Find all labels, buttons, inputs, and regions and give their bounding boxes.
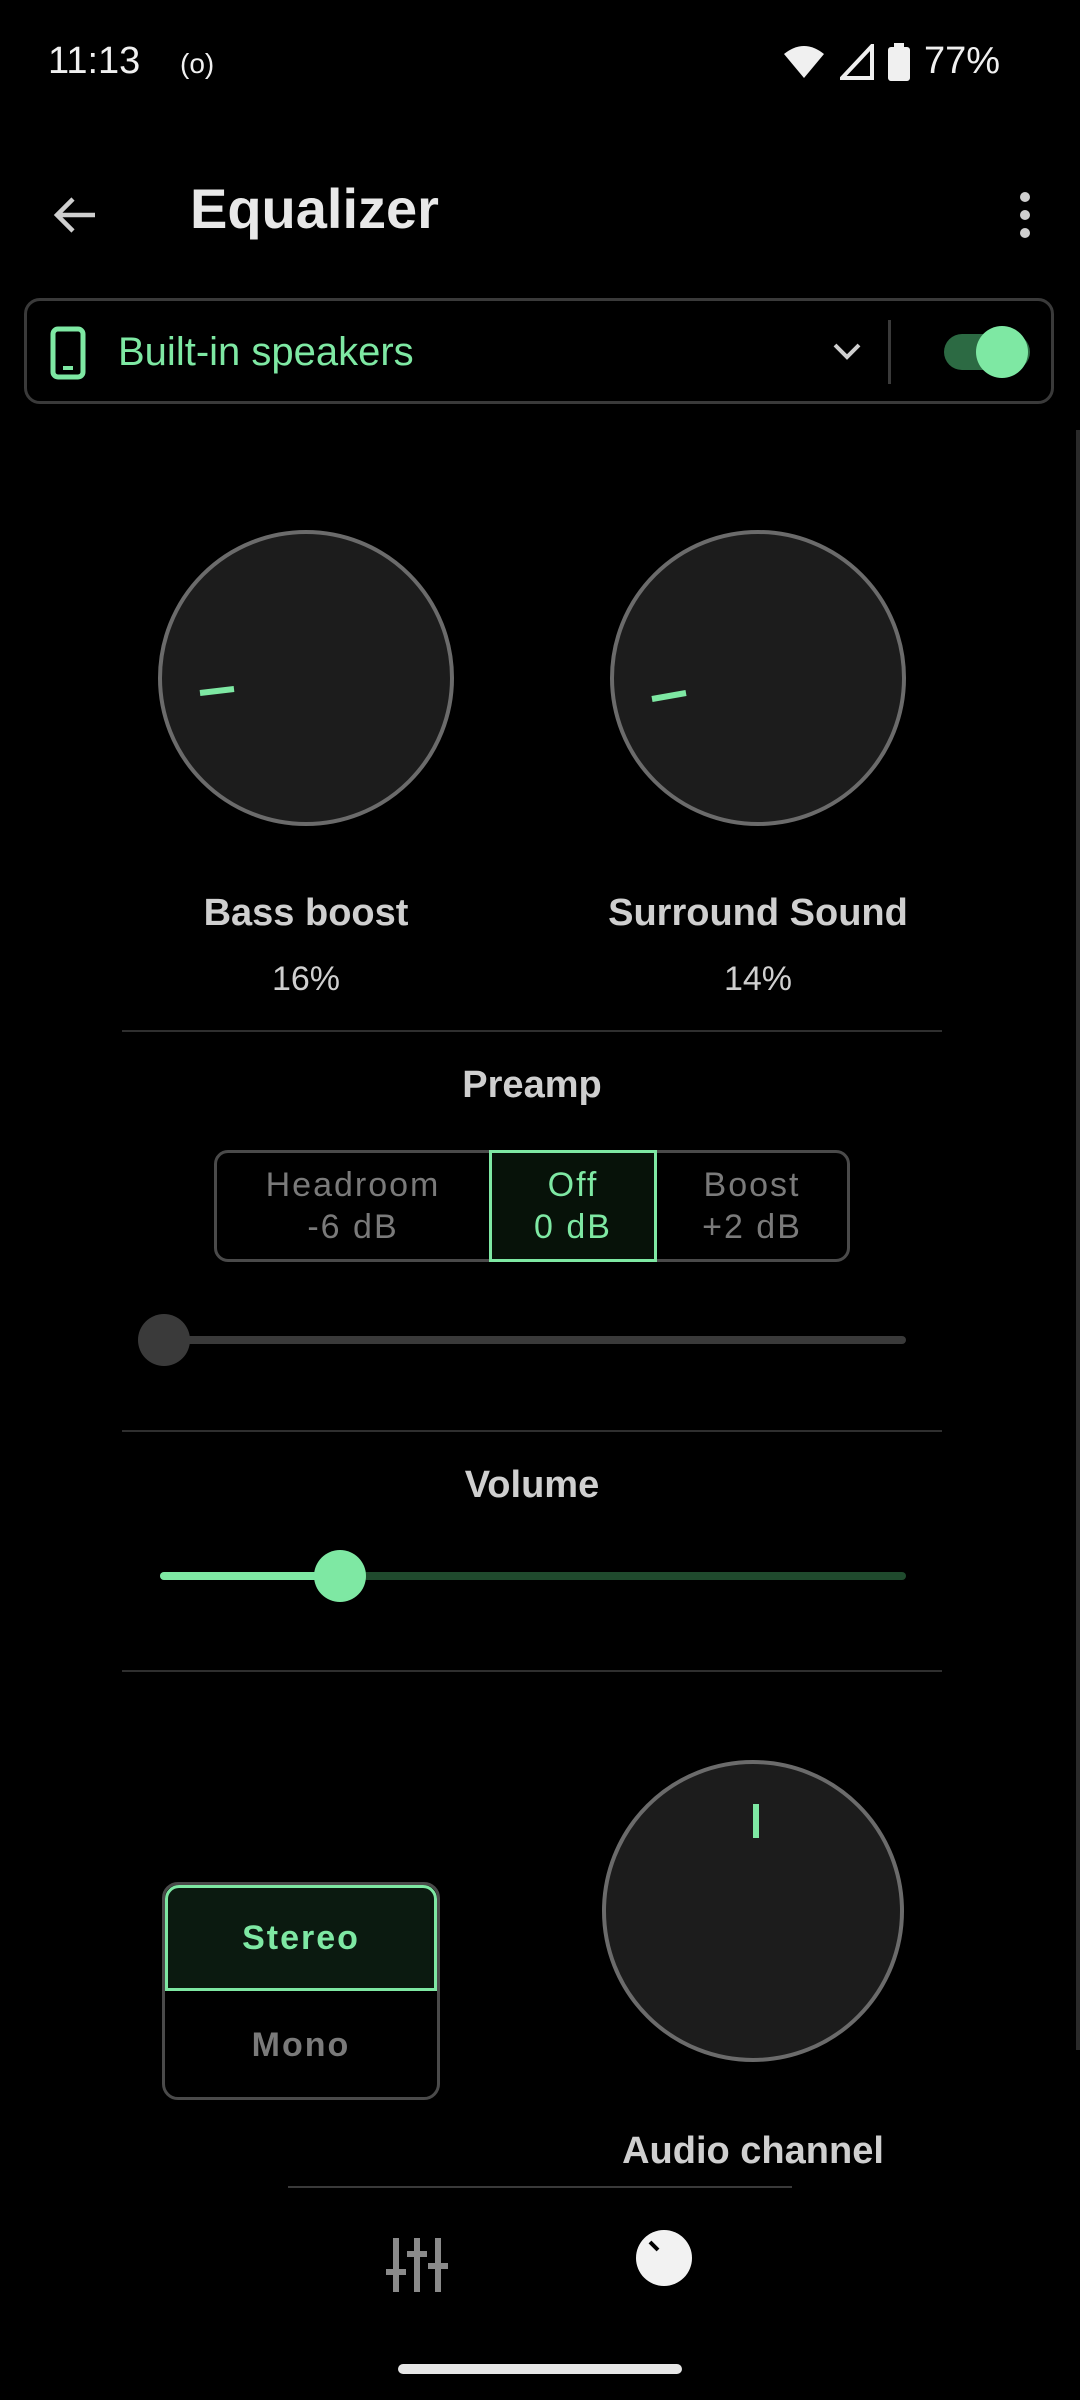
audio-channel-knob[interactable] <box>602 1760 904 2062</box>
hotspot-icon: (o) <box>180 48 215 79</box>
equalizer-tab-icon[interactable] <box>384 2232 450 2298</box>
arrow-back-icon <box>53 197 95 233</box>
option-label: Boost <box>703 1166 801 1204</box>
option-label: Headroom <box>265 1166 441 1204</box>
bass-boost-label: Bass boost <box>203 892 409 934</box>
preamp-boost-option[interactable]: Boost +2 dB <box>657 1153 847 1259</box>
divider <box>288 2186 792 2188</box>
bass-boost-value: 16% <box>271 960 341 998</box>
device-name[interactable]: Built-in speakers <box>118 330 414 375</box>
surround-sound-knob[interactable] <box>610 530 906 826</box>
volume-title: Volume <box>464 1464 600 1506</box>
divider <box>888 320 891 384</box>
mono-option[interactable]: Mono <box>165 1993 437 2097</box>
more-options-button[interactable] <box>1000 180 1050 250</box>
phone-icon <box>50 326 86 385</box>
stereo-option[interactable]: Stereo <box>165 1885 437 1991</box>
option-value: +2 dB <box>702 1208 802 1246</box>
back-button[interactable] <box>40 180 110 250</box>
bass-boost-knob[interactable] <box>158 530 454 826</box>
battery-icon <box>887 42 910 81</box>
preamp-slider-thumb[interactable] <box>138 1314 190 1366</box>
wifi-icon <box>783 45 824 78</box>
option-value: -6 dB <box>307 1208 399 1246</box>
divider <box>122 1030 942 1032</box>
battery-percent: 77% <box>923 40 1000 82</box>
more-vert-icon <box>1020 192 1030 238</box>
surround-sound-value: 14% <box>723 960 793 998</box>
volume-slider-thumb[interactable] <box>314 1550 366 1602</box>
audio-channel-label: Audio channel <box>622 2130 884 2172</box>
surround-sound-label: Surround Sound <box>608 892 908 934</box>
chevron-down-icon[interactable] <box>830 334 864 373</box>
page-title: Equalizer <box>190 177 439 240</box>
option-label: Off <box>547 1166 599 1204</box>
status-right-group: 77% <box>782 40 1000 83</box>
divider <box>122 1430 942 1432</box>
preamp-headroom-option[interactable]: Headroom -6 dB <box>217 1153 489 1259</box>
home-indicator[interactable] <box>398 2364 682 2374</box>
preamp-title: Preamp <box>462 1064 602 1106</box>
effects-tab-knob-icon[interactable] <box>636 2230 692 2286</box>
preamp-slider-track[interactable] <box>162 1336 906 1344</box>
volume-slider-fill <box>160 1572 340 1580</box>
divider <box>122 1670 942 1672</box>
status-time: 11:13 <box>48 40 141 82</box>
cell-signal-icon <box>839 43 874 80</box>
scrollbar[interactable] <box>1076 430 1080 2050</box>
equalizer-toggle-thumb[interactable] <box>976 326 1028 378</box>
preamp-off-option[interactable]: Off 0 dB <box>489 1150 657 1262</box>
option-value: 0 dB <box>534 1208 612 1246</box>
